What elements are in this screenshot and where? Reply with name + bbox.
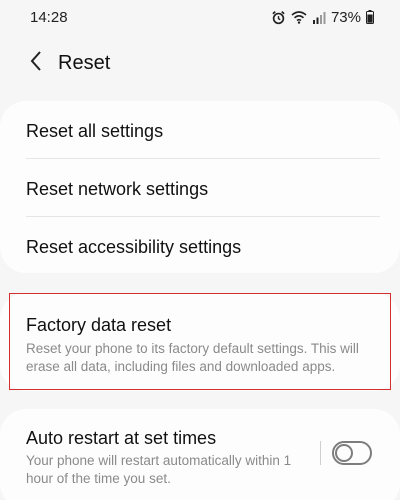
battery-percent: 73% [330, 8, 361, 26]
alarm-icon [271, 10, 286, 25]
app-header: Reset [0, 44, 400, 82]
vertical-divider [320, 441, 321, 465]
factory-data-reset-item[interactable]: Factory data reset Reset your phone to i… [0, 293, 400, 391]
reset-options-card: Reset all settings Reset network setting… [0, 101, 400, 273]
auto-restart-title: Auto restart at set times [26, 428, 217, 448]
status-icons: 73% [271, 9, 374, 26]
divider [26, 216, 380, 217]
factory-data-reset-description: Reset your phone to its factory default … [26, 341, 359, 374]
divider [26, 158, 380, 159]
battery-icon [366, 10, 374, 24]
reset-screen: 14:28 73% Reset Reset all settings Reset… [0, 0, 400, 500]
toggle-knob [335, 444, 353, 462]
reset-accessibility-settings-label: Reset accessibility settings [26, 237, 242, 257]
reset-all-settings-item[interactable]: Reset all settings [26, 119, 380, 159]
status-bar: 14:28 73% [0, 0, 400, 34]
signal-icon [312, 11, 326, 24]
auto-restart-toggle[interactable] [332, 441, 372, 465]
factory-data-reset-title: Factory data reset [26, 315, 172, 335]
wifi-icon [291, 10, 307, 24]
auto-restart-description: Your phone will restart automatically wi… [26, 453, 292, 486]
page-title: Reset [58, 51, 111, 74]
status-time: 14:28 [30, 8, 68, 26]
auto-restart-item[interactable]: Auto restart at set times Your phone wil… [0, 409, 400, 500]
reset-network-settings-item[interactable]: Reset network settings [26, 177, 380, 217]
back-button[interactable] [16, 44, 56, 82]
chevron-left-icon [29, 50, 43, 77]
reset-network-settings-label: Reset network settings [26, 179, 209, 199]
reset-all-settings-label: Reset all settings [26, 121, 164, 141]
reset-accessibility-settings-item[interactable]: Reset accessibility settings [26, 235, 380, 275]
